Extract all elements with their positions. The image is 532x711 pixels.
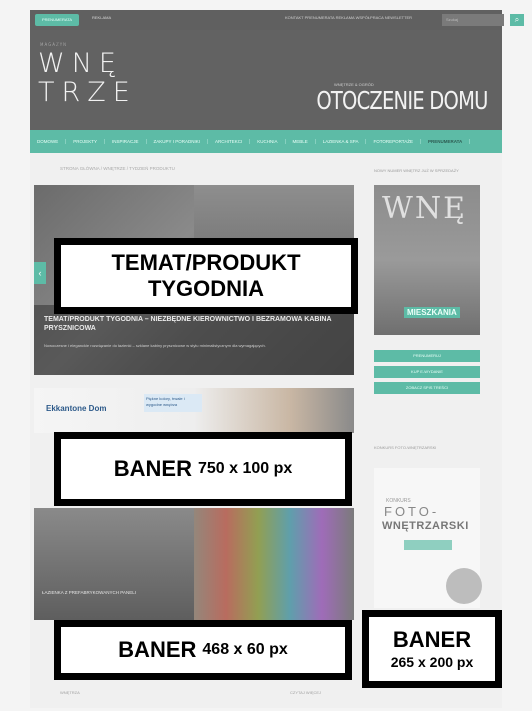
article-tile-bathroom[interactable] — [34, 508, 194, 620]
cover-tag: MIESZKANIA — [404, 307, 460, 318]
sidebar-title: NOWY NUMER WNĘTRZ JUŻ W SPRZEDAŻY — [374, 168, 459, 173]
subscribe-button[interactable]: PRENUMERATA WNĘTRZ — [35, 14, 79, 34]
chevron-left-icon[interactable]: ‹ — [34, 262, 46, 284]
buy-edition-button[interactable]: KUP E-WYDANIE — [374, 366, 480, 378]
brand-logo[interactable]: OTOCZENIE DOMU — [317, 86, 489, 115]
nav-item[interactable]: MEBLE — [286, 139, 316, 144]
overlay-baner265-word: BANER — [392, 627, 472, 652]
read-more-link[interactable]: CZYTAJ WIĘCEJ — [290, 690, 321, 695]
nav-item-active[interactable]: PRENUMERATA — [421, 139, 471, 144]
search-input[interactable]: Szukaj — [442, 14, 504, 26]
site-header: MAGAZYN WNĘ TRZE WNĘTRZE & OGRÓD OTOCZEN… — [30, 30, 502, 130]
nav-item[interactable]: INSPIRACJE — [105, 139, 147, 144]
cover-masthead: WNĘ — [382, 191, 467, 226]
top-links[interactable]: KONTAKT PRENUMERATA REKLAMA WSPÓŁPRACA N… — [285, 15, 412, 20]
ad-link[interactable]: REKLAMA — [92, 15, 111, 20]
nav-item[interactable]: LAZIENKA & SPA — [316, 139, 367, 144]
overlay-baner750-word: BANER — [113, 456, 192, 481]
article-tile-colors[interactable] — [194, 508, 354, 620]
ad-banner-image[interactable]: Ekkantone Dom Piękne kolory, trwałe i wy… — [34, 388, 354, 433]
top-bar: PRENUMERATA WNĘTRZ REKLAMA KONTAKT PRENU… — [30, 10, 524, 34]
main-nav: DOMOWE PROJEKTY INSPIRACJE ZAKUPY I PORA… — [30, 130, 502, 153]
ad-slogan: Piękne kolory, trwałe i wygodne wnętrza — [144, 394, 202, 412]
overlay-baner750-size: 750 x 100 px — [197, 460, 293, 477]
overlay-baner468-size: 468 x 60 px — [202, 641, 288, 658]
overlay-temat-line2: TYGODNIA — [147, 276, 265, 301]
contest-word-foto: FOTO- — [384, 504, 440, 519]
magazine-cover[interactable]: WNĘ MIESZKANIA — [374, 185, 480, 335]
overlay-baner-265: BANER 265 x 200 px — [362, 610, 502, 688]
hero-description: Nowoczesne i eleganckie rozwiązanie do ł… — [44, 343, 266, 348]
search-placeholder: Szukaj — [446, 17, 459, 22]
toc-button[interactable]: ZOBACZ SPIS TREŚCI — [374, 382, 480, 394]
contest-badge — [446, 568, 482, 604]
ad-brand: Ekkantone Dom — [46, 404, 107, 413]
site-logo[interactable]: MAGAZYN WNĘ TRZE — [38, 42, 137, 108]
overlay-temat-line1: TEMAT/PRODUKT — [111, 250, 301, 275]
nav-item[interactable]: ZAKUPY I PORADNIKI — [147, 139, 208, 144]
overlay-baner265-size: 265 x 200 px — [390, 654, 474, 670]
section-label: WNĘTRZA — [60, 690, 80, 695]
article-tile-caption: ŁAZIENKA Z PREFABRYKOWANYCH PANELI — [42, 590, 136, 595]
overlay-baner-468: BANER 468 x 60 px — [54, 620, 352, 680]
logo-line-2: TRZE — [38, 77, 137, 108]
overlay-temat-produkt: TEMAT/PRODUKT TYGODNIA — [54, 238, 358, 314]
nav-item[interactable]: DOMOWE — [30, 139, 67, 144]
subscribe-sidebar-button[interactable]: PRENUMERUJ — [374, 350, 480, 362]
logo-line-1: WNĘ — [38, 48, 123, 79]
article-tiles[interactable]: ŁAZIENKA Z PREFABRYKOWANYCH PANELI — [34, 508, 354, 620]
nav-item[interactable]: KUCHNIA — [250, 139, 286, 144]
hero-title[interactable]: TEMAT/PRODUKT TYGODNIA – NIEZBĘDNE KIERO… — [44, 315, 344, 333]
search-icon[interactable]: ⌕ — [510, 14, 524, 26]
nav-item[interactable]: ARCHITEKCI — [208, 139, 251, 144]
logo-tagline: MAGAZYN — [40, 42, 68, 47]
contest-word-wnetrzarski: WNĘTRZARSKI — [382, 520, 469, 532]
overlay-baner-750: BANER 750 x 100 px — [54, 432, 352, 506]
overlay-baner468-word: BANER — [118, 637, 197, 662]
breadcrumb[interactable]: STRONA GŁÓWNA / WNĘTRZE / TYDZIEŃ PRODUK… — [60, 166, 175, 171]
nav-item[interactable]: FOTOREPORTAŻE — [366, 139, 421, 144]
sidebar-title-contest: KONKURS FOTO-WNĘTRZARSKI — [374, 445, 437, 450]
nav-item[interactable]: PROJEKTY — [66, 139, 106, 144]
contest-date-bar — [404, 540, 452, 550]
contest-banner[interactable]: KONKURS FOTO- WNĘTRZARSKI — [374, 468, 482, 608]
